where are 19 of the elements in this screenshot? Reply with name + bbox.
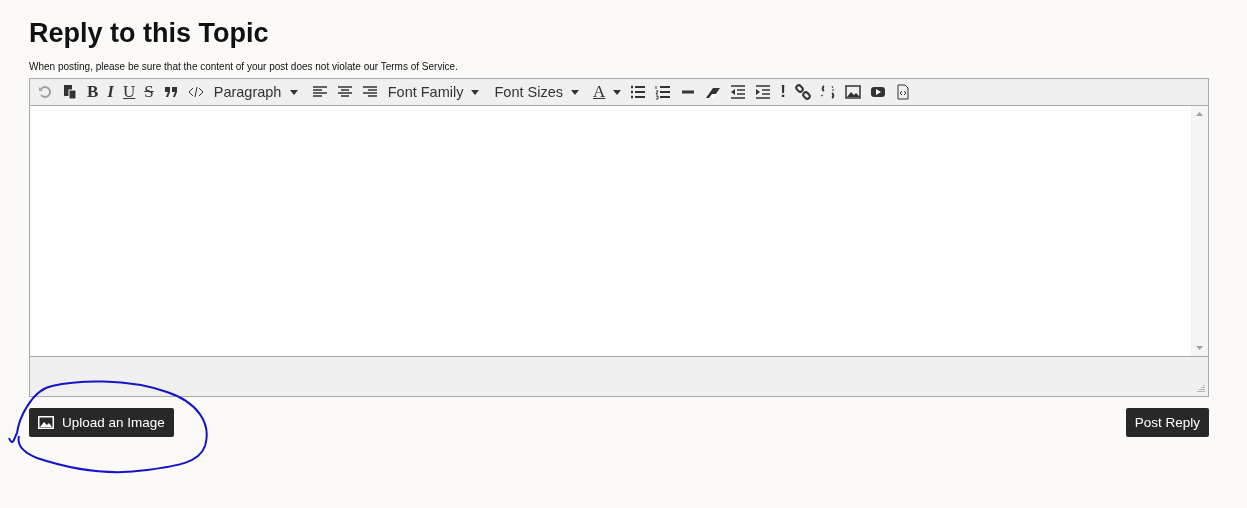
- format-dropdown[interactable]: Paragraph: [209, 81, 302, 103]
- italic-button[interactable]: I: [104, 81, 117, 103]
- format-dropdown[interactable]: Font Family: [383, 81, 484, 103]
- upload-image-button[interactable]: Upload an Image: [29, 408, 174, 437]
- resize-grip-icon[interactable]: [1196, 384, 1205, 393]
- format-dropdown[interactable]: Font Sizes: [490, 81, 583, 103]
- bold-button[interactable]: B: [84, 81, 102, 103]
- post-reply-button[interactable]: Post Reply: [1125, 408, 1209, 437]
- page-title: Reply to this Topic: [29, 17, 270, 50]
- spoiler-button[interactable]: !: [777, 81, 789, 103]
- image-icon: [38, 416, 54, 429]
- strikethrough-button[interactable]: S: [141, 81, 157, 103]
- caret-icon: [613, 89, 622, 95]
- posting-notice: When posting, please be sure that the content of your post does not violate our Terms of Service.: [29, 61, 459, 72]
- text-color-button[interactable]: A: [589, 81, 625, 103]
- caret-icon: [471, 89, 480, 95]
- underline-button[interactable]: U: [119, 81, 139, 103]
- caret-icon: [570, 89, 579, 95]
- caret-icon: [289, 89, 298, 95]
